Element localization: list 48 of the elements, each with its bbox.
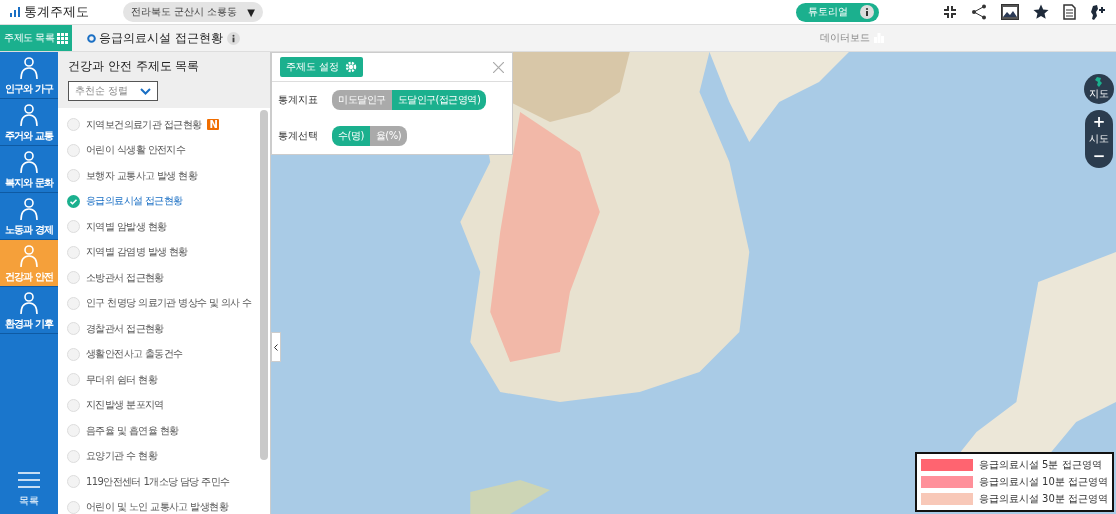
collapse-icon[interactable] (943, 5, 957, 19)
theme-list-item[interactable]: 음주율 및 흡연율 현황 (58, 418, 179, 444)
setting-label: 통계지표 (278, 93, 319, 107)
app-title: 통계주제도 (24, 3, 89, 21)
setting-label: 통계선택 (278, 129, 319, 143)
map-plus-icon[interactable] (1090, 3, 1106, 21)
zoom-out-button[interactable]: − (1092, 146, 1106, 166)
menu-icon (18, 472, 40, 488)
star-icon[interactable] (1033, 4, 1049, 20)
gear-icon (345, 61, 358, 73)
bar-chart-icon (10, 7, 20, 17)
new-badge: N (207, 119, 220, 131)
theme-list-item[interactable]: 지역별 감염병 발생 현황 (58, 239, 188, 265)
theme-list-item[interactable]: 119안전센터 1개소당 담당 주민수 (58, 469, 230, 495)
grid-icon (57, 32, 69, 44)
theme-list-item[interactable]: 무더위 쉼터 현황 (58, 367, 157, 393)
zoom-in-button[interactable]: + (1092, 112, 1106, 132)
sort-dropdown[interactable]: 추천순 정렬 (68, 81, 158, 101)
map-icon (1095, 77, 1103, 87)
share-icon[interactable] (971, 4, 987, 20)
zoom-level-label: 시도 (1089, 132, 1109, 146)
legend-label: 응급의료시설 5분 접근영역 (978, 458, 1102, 472)
current-theme-title: 응급의료시설 접근현황 (99, 29, 223, 47)
theme-list-item[interactable]: 지역별 암발생 현황 (58, 214, 167, 240)
theme-list-item[interactable]: 인구 천명당 의료기관 병상수 및 의사 수 (58, 290, 252, 316)
info-icon[interactable] (227, 31, 240, 45)
theme-list-item[interactable]: 응급의료시설 접근현황 (58, 188, 183, 214)
theme-list-item[interactable]: 보행자 교통사고 발생 현황 (58, 163, 198, 189)
legend-label: 응급의료시설 30분 접근영역 (978, 492, 1108, 506)
region-dropdown[interactable]: 전라북도 군산시 소룡동 ▼ (123, 2, 264, 22)
scrollbar[interactable] (260, 110, 268, 460)
theme-list-item[interactable]: 요양기관 수 현황 (58, 443, 157, 469)
theme-list-item[interactable]: 어린이 식생활 안전지수 (58, 137, 186, 163)
theme-list-item[interactable]: 경찰관서 접근현황 (58, 316, 164, 342)
circle-icon (87, 33, 97, 43)
theme-list-item[interactable]: 어린이 및 노인 교통사고 발생현황 (58, 494, 228, 514)
theme-list-item[interactable]: 생활안전사고 출동건수 (58, 341, 183, 367)
theme-list-item[interactable]: 소방관서 접근현황 (58, 265, 164, 291)
theme-list-item[interactable]: 지진발생 분포지역 (58, 392, 164, 418)
theme-list-item[interactable]: 지역보건의료기관 접근현황 N (58, 112, 220, 138)
info-icon (860, 5, 874, 19)
chevron-left-icon (274, 343, 278, 351)
chevron-down-icon (140, 87, 151, 95)
panel-title: 건강과 안전 주제도 목록 (68, 58, 201, 75)
document-icon[interactable] (1063, 4, 1076, 20)
collapse-panel-button[interactable] (271, 332, 281, 362)
legend-label: 응급의료시설 10분 접근영역 (978, 475, 1108, 489)
image-icon[interactable] (1001, 4, 1019, 20)
